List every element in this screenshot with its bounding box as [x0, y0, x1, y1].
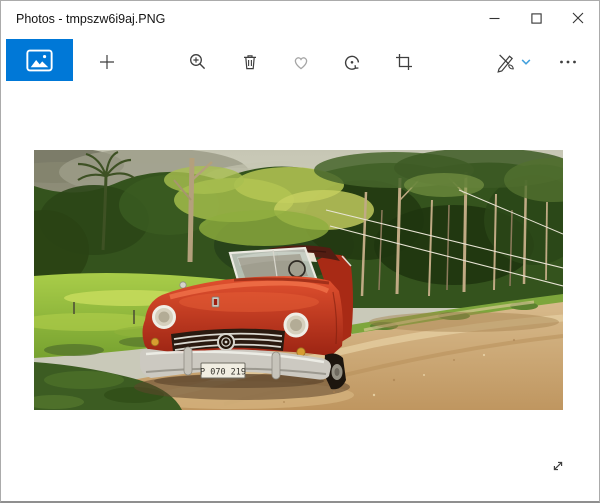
minimize-icon — [489, 17, 499, 19]
edit-create-button[interactable] — [487, 42, 541, 82]
add-icon — [100, 55, 114, 69]
delete-icon — [244, 55, 256, 70]
rotate-button[interactable] — [332, 42, 372, 82]
photos-icon — [26, 49, 53, 71]
license-plate-text: P 070 219 — [200, 368, 246, 378]
close-button[interactable] — [557, 1, 599, 35]
heart-icon — [294, 57, 308, 70]
window-controls — [473, 1, 599, 35]
delete-button[interactable] — [230, 42, 270, 82]
ellipsis-icon — [560, 60, 576, 64]
license-plate: P 070 219 — [200, 362, 246, 379]
see-more-button[interactable] — [548, 42, 588, 82]
photos-window: Photos - tmpszw6i9aj.PNG P 070 219 — [0, 0, 600, 503]
fullscreen-icon — [553, 461, 563, 471]
maximize-icon — [530, 12, 542, 24]
zoom-in-icon — [190, 54, 206, 70]
rotate-icon — [344, 55, 360, 70]
photo-image: P 070 219 — [34, 150, 563, 410]
window-title: Photos - tmpszw6i9aj.PNG — [16, 12, 166, 26]
crop-button[interactable] — [384, 42, 424, 82]
photo-viewer-image: P 070 219 — [34, 150, 563, 410]
favorite-button[interactable] — [281, 42, 321, 82]
chevron-down-icon — [521, 59, 531, 65]
fullscreen-button[interactable] — [544, 452, 572, 480]
add-button[interactable] — [87, 42, 127, 82]
titlebar[interactable]: Photos - tmpszw6i9aj.PNG — [1, 1, 599, 39]
crop-icon — [396, 54, 412, 70]
maximize-button[interactable] — [515, 1, 557, 35]
close-icon — [572, 12, 584, 24]
zoom-in-button[interactable] — [178, 42, 218, 82]
edit-create-icon — [497, 54, 514, 73]
see-all-photos-button[interactable] — [6, 39, 73, 81]
minimize-button[interactable] — [473, 1, 515, 35]
